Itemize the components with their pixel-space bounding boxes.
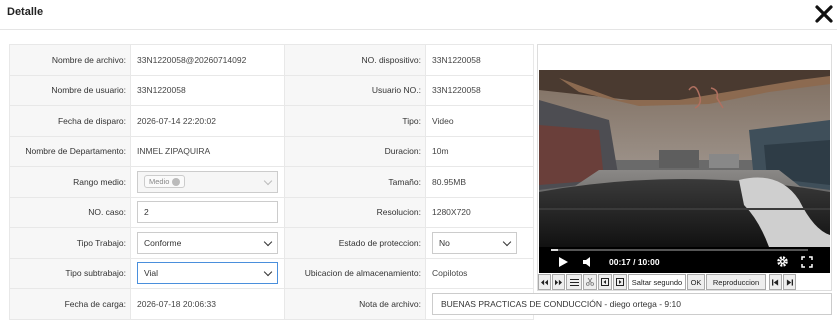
frame-back-button[interactable] [598, 274, 612, 290]
media-range-label: Rango medio: [9, 166, 131, 198]
department-label: Nombre de Departamento: [9, 135, 131, 167]
file-name-label: Nombre de archivo: [9, 44, 131, 76]
trigger-date-label: Fecha de disparo: [9, 105, 131, 137]
dialog-title: Detalle [7, 6, 44, 18]
table-row: NO. caso: 2 Resolucion: 1280X720 [9, 196, 534, 228]
fast-forward-icon [555, 279, 562, 285]
file-name-value: 33N1220058@20260714092 [130, 44, 285, 76]
playback-button[interactable]: Reproduccion [706, 274, 766, 290]
list-icon [569, 278, 579, 286]
scissors-icon [586, 278, 594, 286]
device-no-value: 33N1220058 [425, 44, 534, 76]
file-note-input[interactable]: BUENAS PRACTICAS DE CONDUCCIÓN - diego o… [432, 292, 832, 315]
work-type-select[interactable]: Conforme [137, 231, 278, 254]
play-icon[interactable] [557, 256, 569, 268]
size-value: 80.95MB [425, 166, 534, 198]
volume-icon[interactable] [582, 256, 594, 268]
department-value: INMEL ZIPAQUIRA [130, 135, 285, 167]
user-no-value: 33N1220058 [425, 74, 534, 106]
media-range-select[interactable]: Medio [137, 170, 278, 193]
table-row: Nombre de usuario: 33N1220058 Usuario NO… [9, 74, 534, 106]
table-row: Tipo Trabajo: Conforme Estado de protecc… [9, 227, 534, 259]
video-time: 00:17 / 10:00 [609, 257, 660, 267]
media-range-cell: Medio [130, 166, 285, 198]
skip-end-button[interactable] [783, 274, 796, 290]
frame-back-icon [601, 278, 609, 286]
video-player: 00:17 / 10:00 Saltar segundo OK Reproduc… [537, 44, 832, 291]
table-row: Nombre de archivo: 33N1220058@2026071409… [9, 44, 534, 76]
file-note-label: Nota de archivo: [284, 288, 426, 320]
table-row: Tipo subtrabajo: Vial Ubicacion de almac… [9, 257, 534, 289]
duration-label: Duracion: [284, 135, 426, 167]
frame-forward-icon [616, 278, 624, 286]
table-row: Fecha de carga: 2026-07-18 20:06:33 Nota… [9, 288, 832, 320]
cut-button[interactable] [583, 274, 597, 290]
work-type-cell: Conforme [130, 227, 285, 259]
skip-start-button[interactable] [769, 274, 782, 290]
trigger-date-value: 2026-07-14 22:20:02 [130, 105, 285, 137]
frame-forward-button[interactable] [613, 274, 627, 290]
protection-status-label: Estado de proteccion: [284, 227, 426, 259]
video-frame[interactable] [539, 70, 830, 247]
list-button[interactable] [566, 274, 582, 290]
work-type-label: Tipo Trabajo: [9, 227, 131, 259]
storage-location-value: Copilotos [425, 257, 534, 289]
video-scene-image [539, 70, 830, 247]
case-no-label: NO. caso: [9, 196, 131, 228]
table-row: Rango medio: Medio Tamaño: 80.95MB [9, 166, 534, 198]
video-progress[interactable] [551, 249, 808, 251]
file-note-cell: BUENAS PRACTICAS DE CONDUCCIÓN - diego o… [425, 288, 832, 320]
case-no-input[interactable]: 2 [137, 201, 278, 224]
size-label: Tamaño: [284, 166, 426, 198]
skip-seconds-input[interactable]: Saltar segundo [628, 274, 686, 290]
user-no-label: Usuario NO.: [284, 74, 426, 106]
subwork-type-label: Tipo subtrabajo: [9, 257, 131, 289]
table-row: Fecha de disparo: 2026-07-14 22:20:02 Ti… [9, 105, 534, 137]
case-no-cell: 2 [130, 196, 285, 228]
fast-forward-button[interactable] [552, 274, 565, 290]
subwork-type-select[interactable]: Vial [137, 262, 278, 285]
upload-date-label: Fecha de carga: [9, 288, 131, 320]
media-range-chip: Medio [144, 175, 186, 189]
upload-date-value: 2026-07-18 20:06:33 [130, 288, 285, 320]
chip-remove-icon[interactable] [172, 177, 181, 186]
protection-status-cell: No [425, 227, 534, 259]
video-toolbar: Saltar segundo OK Reproduccion [538, 274, 833, 290]
ok-button[interactable]: OK [687, 274, 705, 290]
device-no-label: NO. dispositivo: [284, 44, 426, 76]
media-range-chip-label: Medio [149, 177, 170, 187]
resolution-value: 1280X720 [425, 196, 534, 228]
type-label: Tipo: [284, 105, 426, 137]
user-name-label: Nombre de usuario: [9, 74, 131, 106]
duration-value: 10m [425, 135, 534, 167]
storage-location-label: Ubicacion de almacenamiento: [284, 257, 426, 289]
fullscreen-icon[interactable] [801, 256, 813, 268]
user-name-value: 33N1220058 [130, 74, 285, 106]
video-progress-fill [551, 249, 559, 251]
subwork-type-cell: Vial [130, 257, 285, 289]
skip-end-icon [786, 278, 793, 286]
dialog-header: Detalle [0, 0, 837, 30]
rewind-icon [541, 279, 548, 285]
type-value: Video [425, 105, 534, 137]
video-control-bar: 00:17 / 10:00 [539, 247, 830, 273]
table-row: Nombre de Departamento: INMEL ZIPAQUIRA … [9, 135, 534, 167]
protection-status-select[interactable]: No [432, 231, 517, 254]
close-icon[interactable] [813, 3, 835, 25]
settings-icon[interactable] [776, 255, 789, 268]
resolution-label: Resolucion: [284, 196, 426, 228]
detail-table: Nombre de archivo: 33N1220058@2026071409… [9, 44, 832, 320]
skip-start-icon [772, 278, 779, 286]
rewind-button[interactable] [538, 274, 551, 290]
